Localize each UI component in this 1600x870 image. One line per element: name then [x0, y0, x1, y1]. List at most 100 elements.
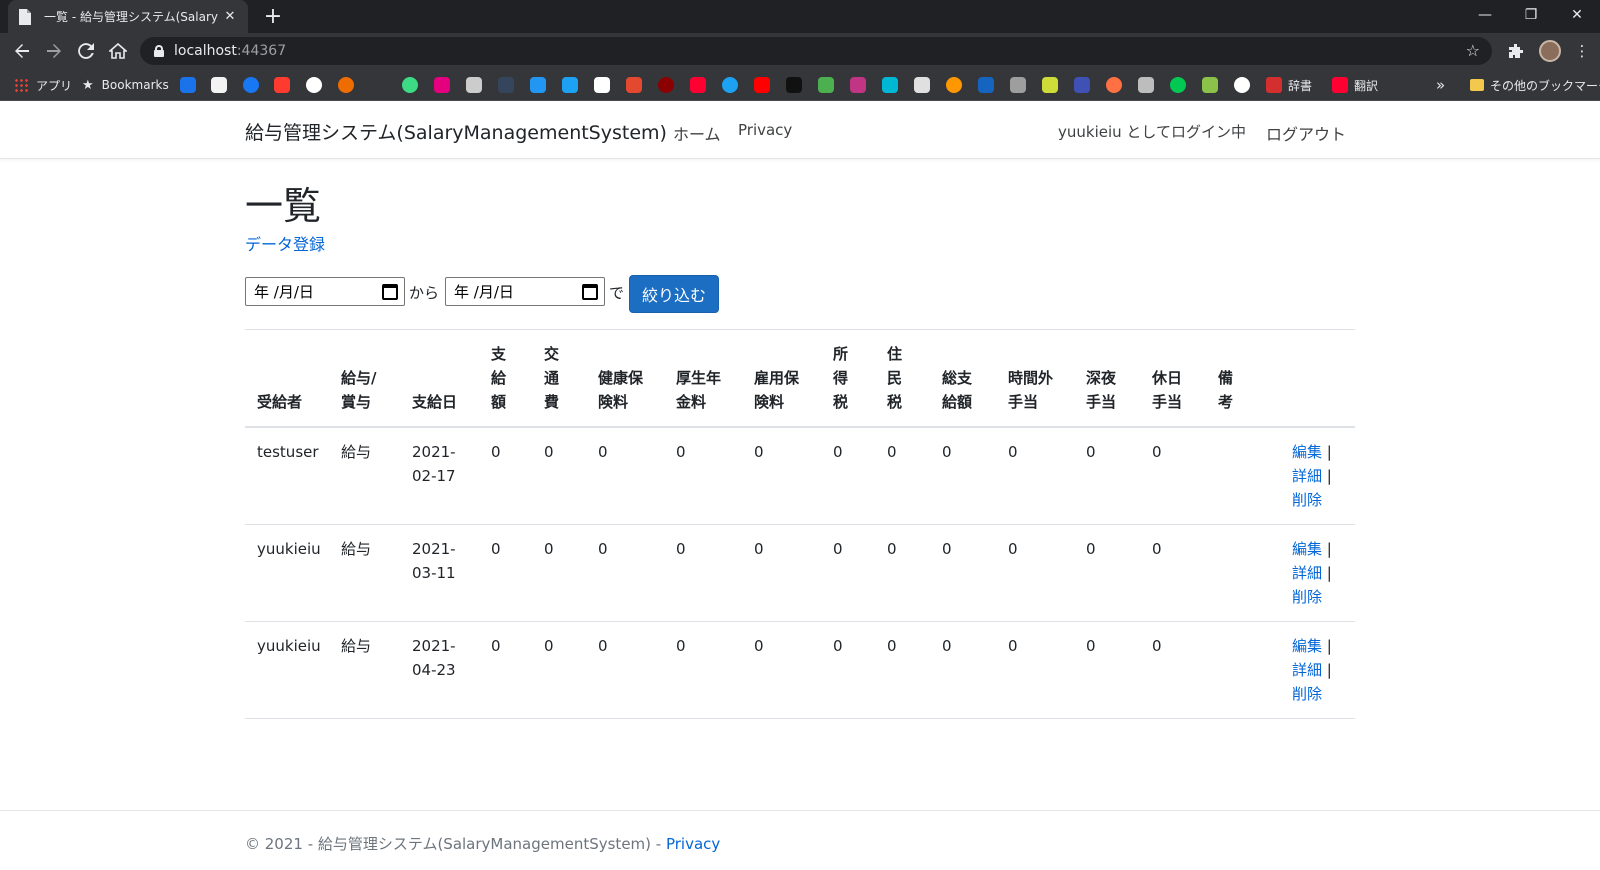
forward-icon[interactable] — [42, 39, 66, 63]
details-link[interactable]: 詳細 — [1292, 467, 1322, 485]
mq-icon[interactable] — [914, 77, 930, 93]
star-icon: ★ — [82, 77, 94, 93]
back-icon[interactable] — [10, 39, 34, 63]
page-title: 一覧 — [245, 184, 322, 228]
menu-kebab-icon[interactable]: ⋮ — [1570, 39, 1594, 63]
document-icon[interactable] — [466, 77, 482, 93]
bookmark-favicon-icon[interactable] — [180, 77, 196, 93]
date-to-input[interactable]: 年 /月/日 — [445, 277, 605, 306]
pulse-icon[interactable] — [882, 77, 898, 93]
facebook-icon[interactable] — [243, 77, 259, 93]
bookmark-bookmarks-folder[interactable]: ★ Bookmarks — [82, 76, 169, 94]
details-link[interactable]: 詳細 — [1292, 661, 1322, 679]
nav-home-link[interactable]: ホーム — [673, 121, 721, 145]
yahoo-icon[interactable] — [690, 77, 706, 93]
nav-privacy-link[interactable]: Privacy — [738, 121, 792, 139]
twitter-icon[interactable] — [722, 77, 738, 93]
header-employment-insurance: 雇用保険料 — [742, 329, 821, 428]
action-separator: | — [1326, 443, 1332, 461]
restore-icon[interactable]: ❐ — [1508, 0, 1554, 30]
header-resident-tax: 住民税 — [875, 329, 930, 428]
bookmark-dark-icon[interactable] — [786, 77, 802, 93]
action-separator: | — [1326, 661, 1332, 679]
new-tab-button[interactable]: + — [260, 4, 286, 30]
reload-icon[interactable] — [74, 39, 98, 63]
date-from-label: から — [409, 284, 440, 302]
cell-overtime: 0 — [996, 524, 1074, 622]
extensions-icon[interactable] — [1504, 39, 1528, 63]
table-row: testuser 給与 2021-02-17 0 0 0 0 0 0 0 0 0… — [245, 427, 1355, 525]
browser-tab-active[interactable]: 一覧 - 給与管理システム(SalaryMa ✕ — [8, 0, 248, 33]
create-data-link[interactable]: データ登録 — [245, 231, 325, 255]
wikipedia-icon[interactable] — [594, 77, 610, 93]
bookmark-honyaku[interactable]: 翻訳 — [1332, 76, 1378, 94]
bookmark-other[interactable]: その他のブックマーク — [1470, 76, 1600, 94]
orange-icon[interactable] — [1106, 77, 1122, 93]
github-icon[interactable] — [1234, 77, 1250, 93]
header-pension: 厚生年金料 — [664, 329, 742, 428]
header-date: 支給日 — [400, 329, 479, 428]
cell-transport: 0 — [532, 621, 586, 719]
google-icon[interactable] — [306, 77, 322, 93]
tab-close-icon[interactable]: ✕ — [222, 9, 238, 24]
cell-note — [1206, 427, 1280, 525]
calendar-icon[interactable] — [382, 284, 398, 300]
home-icon[interactable] — [106, 39, 130, 63]
window-close-icon[interactable]: ✕ — [1554, 0, 1600, 30]
minimize-icon[interactable]: — — [1462, 0, 1508, 30]
cell-type: 給与 — [329, 621, 400, 719]
bookmark-apps[interactable]: アプリ — [14, 76, 72, 94]
action-separator: | — [1326, 467, 1332, 485]
address-bar[interactable]: localhost :44367 ☆ — [140, 37, 1492, 65]
edit-link[interactable]: 編集 — [1292, 540, 1322, 558]
details-link[interactable]: 詳細 — [1292, 564, 1322, 582]
lock-icon — [154, 45, 164, 57]
header-type: 給与/賞与 — [329, 329, 400, 428]
pixiv-icon[interactable] — [434, 77, 450, 93]
date-from-value: 年 /月/日 — [254, 283, 314, 301]
cell-amount: 0 — [479, 427, 532, 525]
bookmark-star-icon[interactable]: ☆ — [1466, 41, 1480, 60]
filter-button[interactable]: 絞り込む — [629, 275, 719, 313]
salary-table-container: 受給者 給与/賞与 支給日 支給額 交通費 健康保険料 厚生年金料 雇用保険料 … — [245, 329, 1355, 719]
date-from-input[interactable]: 年 /月/日 — [245, 277, 405, 306]
edit-link[interactable]: 編集 — [1292, 637, 1322, 655]
calendar-icon[interactable] — [582, 284, 598, 300]
grammarly-icon[interactable] — [338, 77, 354, 93]
gray-box-icon[interactable] — [1010, 77, 1026, 93]
youtube-icon[interactable] — [754, 77, 770, 93]
amazon-icon[interactable] — [211, 77, 227, 93]
logout-link[interactable]: ログアウト — [1266, 121, 1346, 145]
delete-link[interactable]: 削除 — [1292, 588, 1322, 606]
puzzle-green-icon[interactable] — [818, 77, 834, 93]
green-leaf-icon[interactable] — [1170, 77, 1186, 93]
url-port: :44367 — [236, 43, 287, 59]
word-icon[interactable] — [1074, 77, 1090, 93]
music-icon[interactable] — [1042, 77, 1058, 93]
spider-icon[interactable] — [658, 77, 674, 93]
table-header-row: 受給者 給与/賞与 支給日 支給額 交通費 健康保険料 厚生年金料 雇用保険料 … — [245, 329, 1355, 428]
cell-amount: 0 — [479, 524, 532, 622]
instagram-icon[interactable] — [850, 77, 866, 93]
header-night: 深夜手当 — [1074, 329, 1140, 428]
delete-link[interactable]: 削除 — [1292, 685, 1322, 703]
twitter-square-icon[interactable] — [562, 77, 578, 93]
badge-icon[interactable] — [946, 77, 962, 93]
bookmarks-overflow-icon[interactable]: » — [1436, 76, 1445, 94]
blue-box-icon[interactable] — [978, 77, 994, 93]
footer-privacy-link[interactable]: Privacy — [666, 835, 720, 853]
chat-icon[interactable] — [530, 77, 546, 93]
feedly-icon[interactable] — [274, 77, 290, 93]
tumblr-icon[interactable] — [498, 77, 514, 93]
search-tool-icon[interactable] — [1138, 77, 1154, 93]
profile-avatar[interactable] — [1538, 39, 1562, 63]
yahoo-translate-icon — [1332, 77, 1348, 93]
edit-link[interactable]: 編集 — [1292, 443, 1322, 461]
cell-date: 2021-02-17 — [400, 427, 479, 525]
bookmark-jisho[interactable]: 辞書 — [1266, 76, 1312, 94]
delete-link[interactable]: 削除 — [1292, 491, 1322, 509]
evernote-icon[interactable] — [402, 77, 418, 93]
site-brand[interactable]: 給与管理システム(SalaryManagementSystem) — [245, 118, 667, 145]
grid-icon[interactable] — [1202, 77, 1218, 93]
w-icon[interactable] — [626, 77, 642, 93]
